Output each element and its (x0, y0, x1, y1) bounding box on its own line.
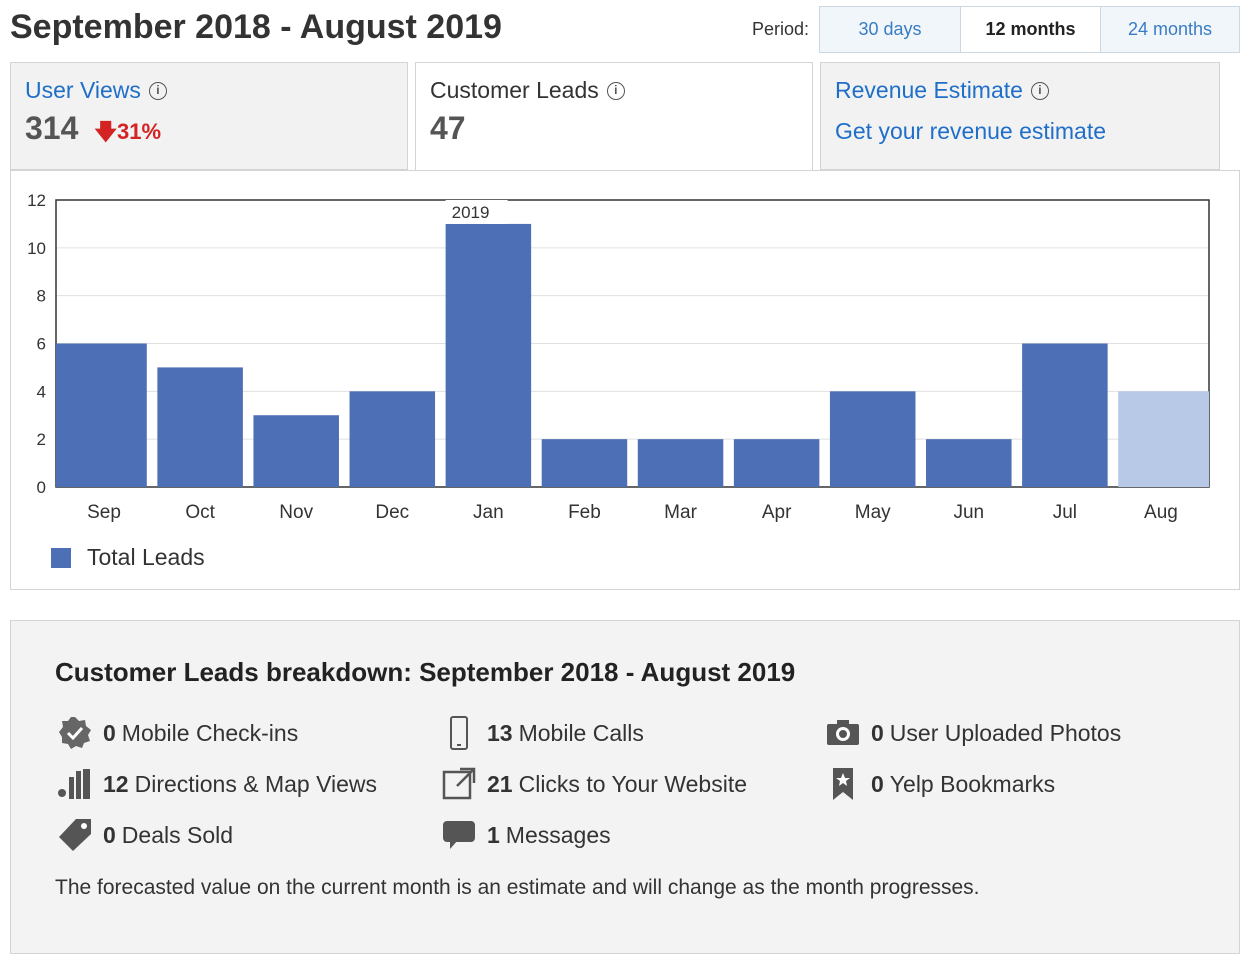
breakdown-item-deals-sold: 0 Deals Sold (57, 817, 233, 853)
tag-icon (57, 817, 93, 853)
customer-leads-card[interactable]: Customer Leads i 47 (415, 62, 813, 172)
bar-feb (541, 439, 628, 487)
customer-leads-value: 47 (430, 110, 466, 146)
customer-leads-label: Customer Leads (430, 77, 599, 103)
breakdown-num: 0 (871, 770, 884, 797)
page-title: September 2018 - August 2019 (10, 8, 502, 46)
breakdown-label: Clicks to Your Website (518, 770, 747, 797)
bar-jul (1022, 343, 1108, 487)
leads-breakdown: Customer Leads breakdown: September 2018… (10, 620, 1240, 954)
revenue-estimate-link[interactable]: Get your revenue estimate (835, 118, 1205, 145)
x-tick-label: Nov (279, 502, 313, 523)
breakdown-item-messages: 1 Messages (441, 817, 611, 853)
check-badge-icon (57, 715, 93, 751)
breakdown-num: 1 (487, 821, 500, 848)
x-tick-label: May (855, 502, 891, 523)
x-tick-label: Jul (1053, 502, 1077, 523)
bar-nov (253, 415, 339, 487)
bar-jun (926, 439, 1012, 487)
x-tick-label: Dec (375, 502, 409, 523)
legend-label: Total Leads (87, 544, 205, 570)
revenue-estimate-card[interactable]: Revenue Estimate i Get your revenue esti… (820, 62, 1220, 170)
breakdown-item-directions-map-views: 12 Directions & Map Views (57, 766, 377, 802)
breakdown-label: Deals Sold (121, 821, 234, 848)
x-tick-label: Sep (87, 502, 121, 523)
speech-bubble-icon (441, 817, 477, 853)
user-views-change: 🡇31% (94, 115, 161, 153)
info-icon[interactable]: i (606, 81, 625, 100)
breakdown-label: Yelp Bookmarks (889, 770, 1056, 797)
breakdown-num: 0 (103, 821, 116, 848)
breakdown-item-mobile-check-ins: 0 Mobile Check-ins (57, 715, 298, 751)
breakdown-label: Messages (505, 821, 611, 848)
chart-legend: Total Leads (51, 544, 205, 571)
header: September 2018 - August 2019 Period: 30 … (0, 0, 1243, 60)
period-tab-24-months[interactable]: 24 months (1100, 7, 1239, 52)
period-tab-12-months[interactable]: 12 months (960, 7, 1100, 52)
y-tick-label: 8 (37, 287, 46, 306)
user-views-card[interactable]: User Views i 314 🡇31% (10, 62, 408, 170)
x-tick-label: Mar (664, 502, 697, 523)
period-label: Period: (752, 19, 810, 39)
bar-chart: 0 2 4 6 8 10 12 Sep Oct Nov Dec Jan 2019 Feb Mar Apr May… (27, 191, 1210, 523)
year-annotation: 2019 (452, 203, 490, 222)
revenue-estimate-label: Revenue Estimate (835, 77, 1023, 103)
bar-jan (445, 223, 532, 487)
bar-may (829, 391, 916, 487)
y-tick-label: 10 (27, 239, 46, 258)
user-views-change-value: 31% (117, 119, 162, 144)
x-tick-label: Jun (953, 502, 984, 523)
x-tick-label: Oct (185, 502, 215, 523)
x-tick-label: Feb (568, 502, 601, 523)
user-views-label: User Views (25, 77, 141, 103)
y-tick-label: 4 (37, 382, 46, 401)
y-tick-label: 0 (37, 478, 46, 497)
breakdown-title: Customer Leads breakdown: September 2018… (55, 657, 796, 687)
forecast-footnote: The forecasted value on the current mont… (55, 876, 980, 899)
camera-icon (825, 715, 861, 751)
period-tabs: 30 days 12 months 24 months (819, 6, 1240, 53)
bar-mar (637, 439, 724, 487)
y-tick-label: 12 (27, 191, 46, 210)
map-directions-icon (57, 766, 93, 802)
breakdown-num: 0 (103, 719, 116, 746)
arrow-down-icon: 🡇 (94, 119, 118, 144)
breakdown-num: 0 (871, 719, 884, 746)
period-tab-30-days[interactable]: 30 days (820, 7, 960, 52)
breakdown-label: Directions & Map Views (134, 770, 378, 797)
bar-dec (349, 391, 436, 487)
y-tick-label: 2 (37, 430, 46, 449)
breakdown-label: Mobile Calls (518, 719, 644, 746)
bar-sep (56, 343, 147, 487)
breakdown-num: 12 (103, 770, 129, 797)
breakdown-label: User Uploaded Photos (889, 719, 1122, 746)
breakdown-item-user-uploaded-photos: 0 User Uploaded Photos (825, 715, 1121, 751)
y-tick-label: 6 (37, 335, 46, 354)
breakdown-num: 13 (487, 719, 513, 746)
breakdown-num: 21 (487, 770, 513, 797)
x-tick-label: Aug (1144, 502, 1178, 523)
legend-swatch (51, 547, 71, 568)
x-tick-label: Jan (473, 502, 504, 523)
bar-apr (733, 439, 820, 487)
breakdown-item-yelp-bookmarks: 0 Yelp Bookmarks (825, 766, 1055, 802)
leads-chart: 0 2 4 6 8 10 12 Sep Oct Nov Dec Jan 2019 Feb Mar Apr May… (10, 170, 1240, 590)
bar-oct (157, 367, 243, 487)
info-icon[interactable]: i (1030, 81, 1049, 100)
mobile-phone-icon (441, 715, 477, 751)
info-icon[interactable]: i (148, 81, 167, 100)
bookmark-icon (825, 766, 861, 802)
bar-aug (1118, 391, 1209, 487)
user-views-value: 314 (25, 110, 79, 146)
x-tick-label: Apr (762, 502, 792, 523)
breakdown-item-mobile-calls: 13 Mobile Calls (441, 715, 644, 751)
breakdown-label: Mobile Check-ins (121, 719, 299, 746)
external-link-icon (441, 766, 477, 802)
breakdown-item-clicks-to-website: 21 Clicks to Your Website (441, 766, 747, 802)
